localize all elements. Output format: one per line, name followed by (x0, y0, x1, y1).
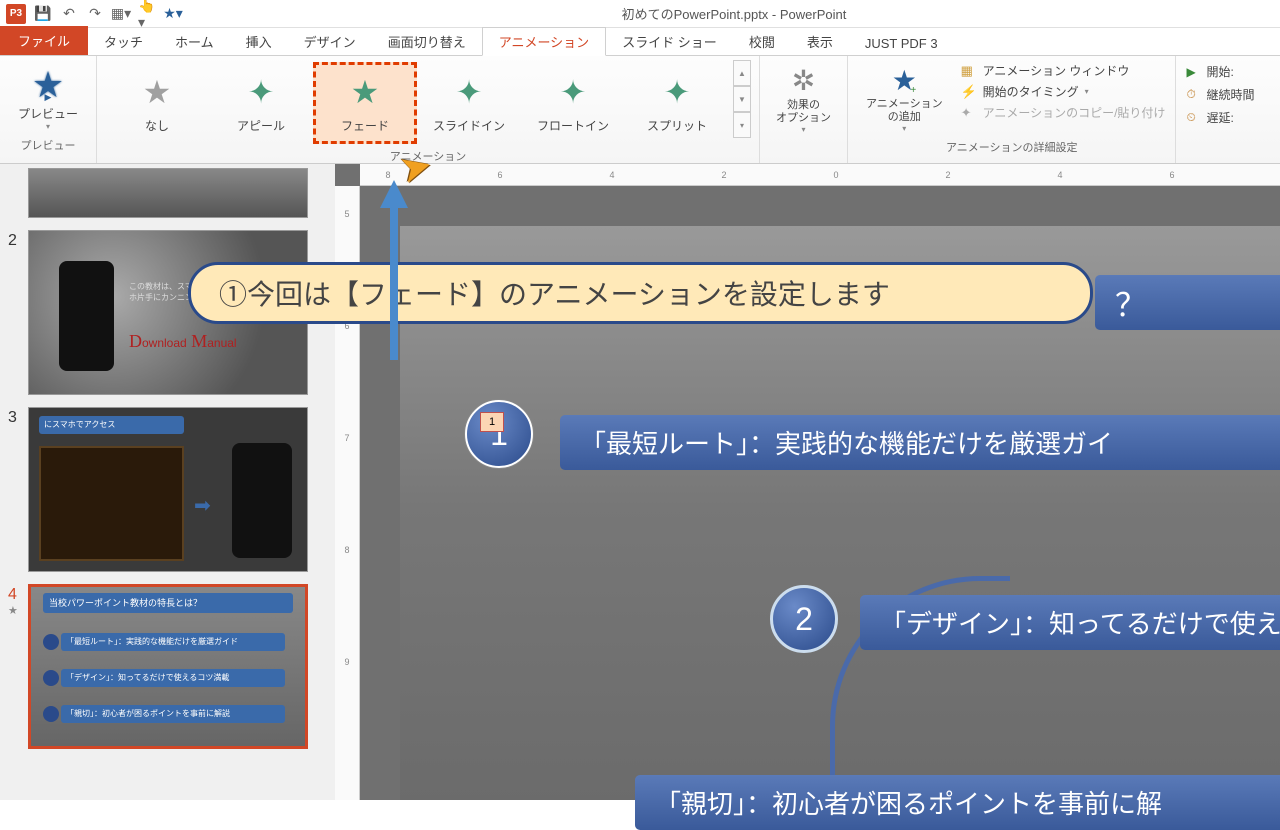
quick-access-toolbar: P3 💾 ↶ ↷ ▦▾ 👆▾ ★▾ (0, 4, 188, 24)
clock-icon: ⏱ (1186, 87, 1200, 102)
slide-thumbnails: 2 この教材は、スマホにダウンロードします。 スマホ片手にカンニングで、もう暗記… (0, 164, 335, 800)
gallery-more-icon[interactable]: ▾ (733, 112, 751, 138)
touch-mode-icon[interactable]: 👆▾ (138, 5, 156, 23)
play-icon: ▶ (1186, 65, 1200, 79)
star-icon: ★ (143, 73, 172, 111)
star-icon: ★ (351, 73, 380, 111)
item-bar-2[interactable]: 「デザイン」：知ってるだけで使えるコツ (860, 595, 1280, 650)
tab-animations[interactable]: アニメーション (482, 27, 606, 56)
circle-2[interactable]: 2 (770, 585, 838, 653)
undo-icon[interactable]: ↶ (60, 5, 78, 23)
tab-justpdf[interactable]: JUST PDF 3 (849, 32, 954, 55)
star-icon: ✦ (560, 73, 587, 111)
effect-options-icon: ✲ (792, 64, 815, 97)
tab-file[interactable]: ファイル (0, 26, 88, 55)
app-icon: P3 (6, 4, 26, 24)
animation-order-tag[interactable]: 1 (480, 412, 504, 432)
gallery-up-icon[interactable]: ▲ (733, 60, 751, 86)
add-animation-button[interactable]: ★ + アニメーション の追加 ▾ (858, 60, 951, 137)
ribbon: ★ ▶ プレビュー ▾ プレビュー ★なし ✦アピール ★フェード ✦スライドイ… (0, 56, 1280, 164)
group-preview: ★ ▶ プレビュー ▾ プレビュー (0, 56, 97, 163)
group-effect-options: ✲ 効果の オプション ▾ (760, 56, 848, 163)
thumb-3-row[interactable]: 3 にスマホでアクセス ➡ (8, 407, 327, 572)
thumb-4-number: 4★ (8, 584, 28, 749)
instruction-callout: ①今回は【フェード】のアニメーションを設定します (188, 262, 1093, 324)
star-icon: ✦ (664, 73, 691, 111)
thumb-4[interactable]: 当校パワーポイント教材の特長とは？ 「最短ルート」：実践的な機能だけを厳選ガイド… (28, 584, 308, 749)
window-title: 初めてのPowerPoint.pptx - PowerPoint (188, 4, 1280, 23)
gallery-scroll: ▲ ▼ ▾ (733, 60, 751, 138)
timing-start[interactable]: ▶開始: (1186, 60, 1254, 83)
ribbon-tabs: ファイル タッチ ホーム 挿入 デザイン 画面切り替え アニメーション スライド… (0, 28, 1280, 56)
group-timing: ▶開始: ⏱継続時間 ⏲遅延: (1176, 56, 1264, 163)
clock-icon: ⏲ (1186, 110, 1200, 125)
slide-title-bar[interactable]: ？ (1095, 275, 1280, 330)
thumb-3-number: 3 (8, 407, 28, 572)
anim-none[interactable]: ★なし (105, 62, 209, 144)
workspace: 2 この教材は、スマホにダウンロードします。 スマホ片手にカンニングで、もう暗記… (0, 164, 1280, 800)
anim-flyin[interactable]: ✦スライドイン (417, 62, 521, 144)
new-slide-icon[interactable]: ▦▾ (112, 5, 130, 23)
gallery-down-icon[interactable]: ▼ (733, 86, 751, 112)
timing-duration[interactable]: ⏱継続時間 (1186, 83, 1254, 106)
item-bar-3[interactable]: 「親切」：初心者が困るポイントを事前に解 (635, 775, 1280, 830)
star-icon: ✦ (248, 73, 275, 111)
title-bar: P3 💾 ↶ ↷ ▦▾ 👆▾ ★▾ 初めてのPowerPoint.pptx - … (0, 0, 1280, 28)
tab-review[interactable]: 校閲 (733, 28, 791, 55)
thumb-1-row[interactable] (8, 168, 327, 218)
favorite-icon[interactable]: ★▾ (164, 5, 182, 23)
animation-painter-button[interactable]: ✦アニメーションのコピー/貼り付け (961, 102, 1166, 123)
tab-transitions[interactable]: 画面切り替え (372, 28, 482, 55)
anim-floatin[interactable]: ✦フロートイン (521, 62, 625, 144)
item-bar-1[interactable]: 「最短ルート」：実践的な機能だけを厳選ガイ (560, 415, 1280, 470)
save-icon[interactable]: 💾 (34, 5, 52, 23)
anim-split[interactable]: ✦スプリット (625, 62, 729, 144)
animation-gallery: ★なし ✦アピール ★フェード ✦スライドイン ✦フロートイン ✦スプリット ▲… (105, 60, 751, 146)
star-icon: ✦ (456, 73, 483, 111)
tab-slideshow[interactable]: スライド ショー (606, 28, 733, 55)
animation-pane-icon: ▦ (961, 63, 977, 79)
tab-home[interactable]: ホーム (159, 28, 230, 55)
group-advanced-animation: ★ + アニメーション の追加 ▾ ▦アニメーション ウィンドウ ⚡開始のタイミ… (848, 56, 1176, 163)
animation-pane-button[interactable]: ▦アニメーション ウィンドウ (961, 60, 1166, 81)
tab-touch[interactable]: タッチ (88, 28, 159, 55)
thumb-2-number: 2 (8, 230, 28, 395)
group-animation-gallery: ★なし ✦アピール ★フェード ✦スライドイン ✦フロートイン ✦スプリット ▲… (97, 56, 760, 163)
redo-icon[interactable]: ↷ (86, 5, 104, 23)
anim-appear[interactable]: ✦アピール (209, 62, 313, 144)
effect-options-button[interactable]: ✲ 効果の オプション ▾ (768, 60, 839, 138)
trigger-button[interactable]: ⚡開始のタイミング ▾ (961, 81, 1166, 102)
circle-1[interactable]: 1 (465, 400, 533, 468)
slide-editor: 86420246 56789 (335, 164, 1280, 800)
thumb-1[interactable] (28, 168, 308, 218)
preview-button[interactable]: ★ ▶ プレビュー ▾ (8, 60, 88, 135)
ruler-horizontal: 86420246 (360, 164, 1280, 186)
thumb-3[interactable]: にスマホでアクセス ➡ (28, 407, 308, 572)
tab-view[interactable]: 表示 (791, 28, 849, 55)
trigger-icon: ⚡ (961, 84, 977, 100)
timing-delay[interactable]: ⏲遅延: (1186, 106, 1254, 129)
tab-insert[interactable]: 挿入 (230, 28, 288, 55)
painter-icon: ✦ (961, 105, 977, 121)
tab-design[interactable]: デザイン (288, 28, 372, 55)
anim-fade[interactable]: ★フェード (313, 62, 417, 144)
thumb-4-row[interactable]: 4★ 当校パワーポイント教材の特長とは？ 「最短ルート」：実践的な機能だけを厳選… (8, 584, 327, 749)
